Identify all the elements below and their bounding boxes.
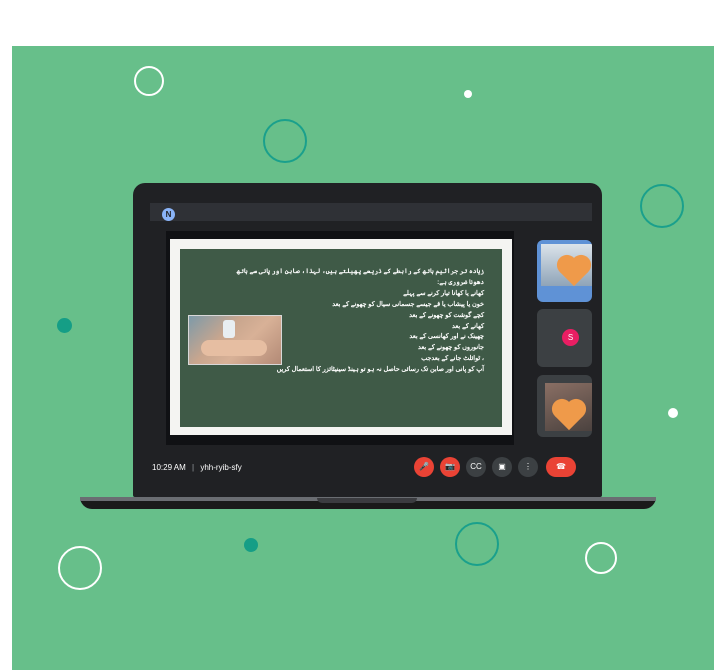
more-vertical-icon: ⋮: [524, 462, 532, 471]
meeting-time: 10:29 AM: [152, 463, 186, 472]
present-icon: ▣: [498, 462, 506, 471]
window-top-bar: N: [150, 203, 592, 221]
decorative-dot: [464, 90, 472, 98]
user-avatar[interactable]: N: [162, 208, 175, 221]
meeting-info: 10:29 AM | yhh-ryib-sfy: [152, 463, 242, 472]
decorative-dot: [244, 538, 258, 552]
video-call-screen: N زیادہ تر جراثیم ہاتھ کے رابطے کے ذریعے…: [146, 199, 592, 485]
hands-icon: [201, 340, 267, 356]
decorative-dot: [668, 408, 678, 418]
decorative-circle: [263, 119, 307, 163]
decorative-circle: [455, 522, 499, 566]
decorative-dot: [57, 318, 72, 333]
meeting-code: yhh-ryib-sfy: [200, 463, 242, 472]
hand-washing-photo: [188, 315, 282, 365]
camera-toggle-button[interactable]: 📷: [440, 457, 460, 477]
slide-line: خون یا پیشاب یا قے جیسے جسمانی سیال کو چ…: [332, 300, 484, 308]
illustration-canvas: N زیادہ تر جراثیم ہاتھ کے رابطے کے ذریعے…: [0, 0, 714, 670]
decorative-circle: [640, 184, 684, 228]
call-controls: 🎤 📷 CC ▣ ⋮ ☎: [414, 457, 582, 479]
participant-tile[interactable]: S: [537, 309, 592, 367]
meeting-separator: |: [192, 463, 195, 472]
laptop-notch: [317, 498, 417, 503]
hang-up-icon: ☎: [556, 462, 566, 471]
slide-line: کھانے یا کھانا تیار کرنے سے پہلے: [403, 289, 484, 297]
slide-line: دھونا ضروری ہے:: [437, 278, 484, 286]
more-options-button[interactable]: ⋮: [518, 457, 538, 477]
leave-call-button[interactable]: ☎: [546, 457, 576, 477]
captions-icon: CC: [470, 462, 482, 471]
slide-line: زیادہ تر جراثیم ہاتھ کے رابطے کے ذریعے پ…: [236, 268, 484, 275]
participant-tile[interactable]: [537, 240, 592, 302]
participant-tile[interactable]: [537, 375, 592, 437]
camera-off-icon: 📷: [445, 462, 455, 471]
mic-off-icon: 🎤: [419, 462, 429, 471]
slide-line: آپ کو پانی اور صابن تک رسائی حاصل نہ ہو …: [276, 366, 484, 374]
decorative-circle: [585, 542, 617, 574]
sanitizer-pump-icon: [223, 320, 235, 338]
slide: زیادہ تر جراثیم ہاتھ کے رابطے کے ذریعے پ…: [180, 249, 502, 427]
captions-button[interactable]: CC: [466, 457, 486, 477]
mic-toggle-button[interactable]: 🎤: [414, 457, 434, 477]
present-button[interactable]: ▣: [492, 457, 512, 477]
decorative-circle: [58, 546, 102, 590]
decorative-circle: [134, 66, 164, 96]
participant-avatar: S: [562, 329, 579, 346]
